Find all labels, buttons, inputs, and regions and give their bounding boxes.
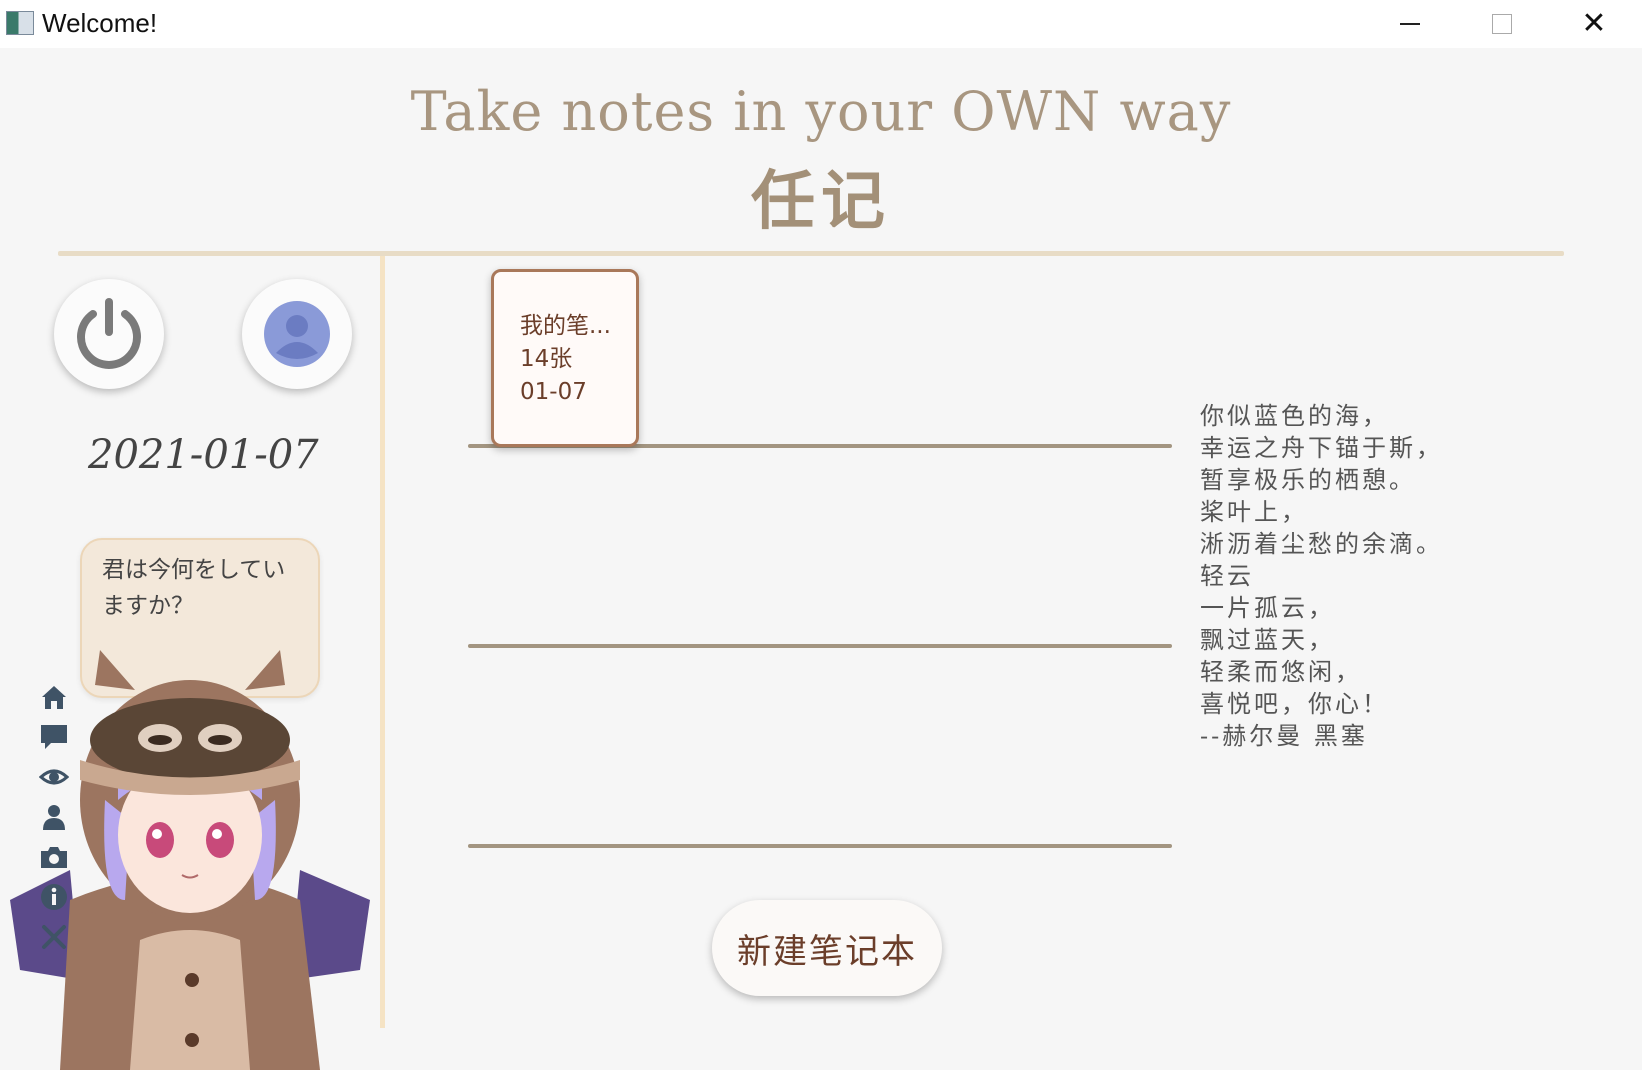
poem-line: 幸运之舟下锚于斯， [1200, 434, 1443, 462]
app-icon [6, 11, 34, 35]
chat-icon[interactable] [38, 720, 70, 754]
home-icon[interactable] [38, 680, 70, 714]
poem-line: 飘过蓝天， [1200, 626, 1335, 654]
poem-line: 喜悦吧，你心！ [1200, 690, 1389, 718]
current-date: 2021-01-07 [88, 432, 319, 478]
app-name: 任记 [751, 164, 891, 239]
eye-icon[interactable] [38, 760, 70, 794]
shelf-line-2 [468, 644, 1172, 648]
maximize-icon [1492, 14, 1512, 34]
poem-line: 轻柔而悠闲， [1200, 658, 1362, 686]
window-title: Welcome! [42, 8, 158, 38]
minimize-icon [1400, 23, 1420, 25]
poem-line: 桨叶上， [1200, 498, 1308, 526]
power-button[interactable] [54, 279, 164, 389]
side-icon-strip [38, 680, 72, 960]
person-icon[interactable] [38, 800, 70, 834]
notebook-count: 14张 [520, 346, 573, 372]
new-notebook-button[interactable]: 新建笔记本 [712, 900, 942, 996]
avatar-icon [264, 301, 330, 367]
bubble-line-2: ますか？ [102, 593, 194, 619]
sidebar-divider [380, 256, 385, 1028]
close-panel-icon[interactable] [38, 920, 70, 954]
minimize-button[interactable] [1364, 0, 1456, 48]
poem-line: 淅沥着尘愁的余滴。 [1200, 530, 1443, 558]
close-button[interactable]: ✕ [1548, 0, 1640, 48]
poem: 你似蓝色的海， 幸运之舟下锚于斯， 暂享极乐的栖憩。 桨叶上， 淅沥着尘愁的余滴… [1200, 400, 1443, 752]
poem-author: --赫尔曼 黑塞 [1200, 722, 1368, 750]
maximize-button[interactable] [1456, 0, 1548, 48]
header-divider [58, 251, 1564, 256]
shelf-line-3 [468, 844, 1172, 848]
headline: Take notes in your OWN way [410, 80, 1232, 143]
bubble-line-1: 君は今何をしてい [102, 557, 286, 583]
power-icon [77, 298, 141, 369]
notebook-card[interactable]: 我的笔... 14张 01-07 [491, 269, 639, 447]
info-icon[interactable] [38, 880, 70, 914]
user-button[interactable] [242, 279, 352, 389]
notebook-date: 01-07 [520, 379, 587, 405]
poem-line: 你似蓝色的海， [1200, 402, 1389, 430]
title-bar: Welcome! ✕ [0, 0, 1642, 48]
notebook-name: 我的笔... [520, 313, 611, 339]
poem-line: 一片孤云， [1200, 594, 1335, 622]
poem-line: 轻云 [1200, 562, 1254, 590]
poem-line: 暂享极乐的栖憩。 [1200, 466, 1416, 494]
close-icon: ✕ [1581, 6, 1607, 41]
camera-icon[interactable] [38, 840, 70, 874]
